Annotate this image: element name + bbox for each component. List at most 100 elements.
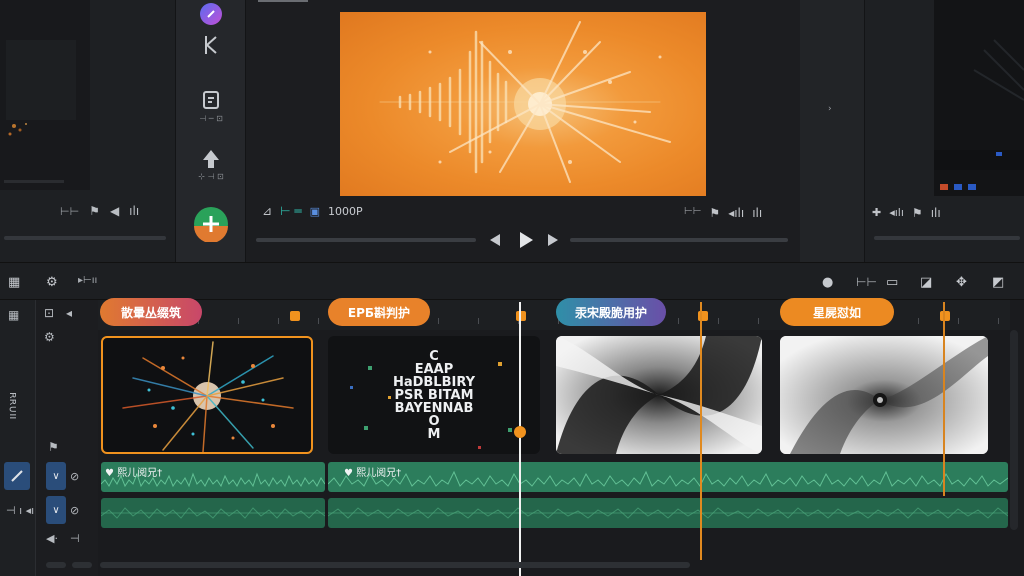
timeline-marker[interactable] xyxy=(516,311,526,321)
chevron-down-icon: ∨ xyxy=(52,470,60,482)
scrub-track-left[interactable] xyxy=(256,238,476,242)
chevron-right-icon[interactable]: › xyxy=(828,104,832,114)
export-icon[interactable]: ◪ xyxy=(920,275,932,290)
add-button[interactable] xyxy=(176,206,246,242)
chevron-down-icon: ∨ xyxy=(52,504,60,516)
speaker-icon[interactable]: ◀ xyxy=(110,204,119,218)
settings-icon[interactable]: ⚙ xyxy=(46,275,58,290)
clip-label-3[interactable]: 汞宋殿脆用护 xyxy=(556,298,666,326)
check-icon xyxy=(11,470,23,482)
viewer-toolbar: ⊿ ⊢ ═ ▣ 1000P xyxy=(262,204,363,218)
audio-link-icon[interactable]: ⊣ ı ◂ı xyxy=(6,504,34,517)
gear-icon[interactable]: ⚙ xyxy=(44,330,55,344)
clip-label-2[interactable]: ЕРБ斟判护 xyxy=(328,298,430,326)
particle-burst-thumb xyxy=(122,341,294,452)
next-frame-button[interactable] xyxy=(546,232,560,248)
rewind-icon[interactable]: ⊢⊢ xyxy=(684,206,701,220)
snap-icon[interactable]: ⊢⊢ xyxy=(856,275,877,289)
tag-icon[interactable]: ◂ xyxy=(66,306,72,320)
track-dropdown[interactable]: ∨ xyxy=(46,462,66,490)
volume-icon[interactable]: ◂ılı xyxy=(889,206,904,220)
add-icon xyxy=(194,207,228,242)
audio-clip-2[interactable]: ♥ 熙儿阅兄† xyxy=(328,462,1008,492)
media-thumbnail[interactable] xyxy=(0,0,90,190)
track-enable-button[interactable] xyxy=(4,462,30,490)
prev-frame-button[interactable] xyxy=(488,232,502,248)
info-icon[interactable]: ● xyxy=(822,275,833,290)
video-clip-swirl-2[interactable] xyxy=(780,336,988,454)
play-icon xyxy=(520,232,533,248)
cut-icon xyxy=(205,36,217,54)
in-out-marker-line[interactable] xyxy=(700,302,702,560)
waveform-icon[interactable]: ılı xyxy=(931,206,941,220)
in-out-marker-line[interactable] xyxy=(943,302,945,496)
audio-settings-icon-2[interactable]: ⊘ xyxy=(70,504,79,517)
color-orb-icon xyxy=(200,3,222,25)
flag-icon[interactable]: ⚑ xyxy=(89,204,100,218)
volume-icon[interactable]: ◂ılı xyxy=(728,206,744,220)
burst-visual xyxy=(379,21,671,183)
playhead-keyframe[interactable] xyxy=(514,426,526,438)
playhead[interactable] xyxy=(519,302,521,576)
inspector-controls: ✚ ◂ılı ⚑ ılı xyxy=(872,206,941,220)
waveform xyxy=(101,507,325,519)
flag-icon[interactable]: ⚑ xyxy=(709,206,720,220)
video-clip-swirl[interactable] xyxy=(556,336,762,454)
panel-divider[interactable]: › xyxy=(800,0,864,262)
scrub-track-right[interactable] xyxy=(570,238,788,242)
cut-tool-item[interactable] xyxy=(176,34,246,56)
prev-icon xyxy=(490,234,500,246)
audio-settings-icon[interactable]: ⊘ xyxy=(70,470,79,483)
grid-icon[interactable]: ▦ xyxy=(8,308,19,322)
resolution-label[interactable]: 1000P xyxy=(328,205,363,218)
video-preview-frame[interactable] xyxy=(340,12,706,196)
waveform xyxy=(328,470,1008,487)
effects-tool-label: ⊹ ⊣ ⊡ xyxy=(198,172,224,181)
transport-bar xyxy=(256,230,790,250)
trim-icon[interactable]: ⊿ xyxy=(262,204,272,218)
waveform xyxy=(328,507,1008,519)
video-clip-burst[interactable] xyxy=(101,336,313,454)
effects-tool-item[interactable]: ⊹ ⊣ ⊡ xyxy=(176,148,246,181)
timeline-horizontal-scrollbar[interactable] xyxy=(100,562,690,568)
flag-icon[interactable]: ⚑ xyxy=(48,440,59,454)
layout-icon[interactable]: ◩ xyxy=(992,275,1004,290)
waveform-icon[interactable]: ılı xyxy=(752,206,762,220)
scroll-left-handle[interactable] xyxy=(46,562,66,568)
settings-gear-icon[interactable]: ✥ xyxy=(956,275,967,290)
tool-rail: ⊣ ─ ⊡ ⊹ ⊣ ⊡ xyxy=(176,0,246,262)
track-header-label: ıı∩ᴚᴚ xyxy=(6,392,19,420)
color-orb-item[interactable] xyxy=(176,2,246,26)
clip-label-1[interactable]: 散暈丛缀筑 xyxy=(100,298,202,326)
timeline-marker[interactable] xyxy=(940,311,950,321)
scroll-right-handle[interactable] xyxy=(72,562,92,568)
screen-icon[interactable]: ▣ xyxy=(310,205,320,218)
in-point-icon[interactable]: ⊢ ═ xyxy=(280,204,302,218)
split-icon[interactable]: ▸⊢ıı xyxy=(78,275,97,286)
text-tool-item[interactable]: ⊣ ─ ⊡ xyxy=(176,90,246,123)
play-button[interactable] xyxy=(518,231,534,249)
timeline-marker[interactable] xyxy=(290,311,300,321)
grid-view-icon[interactable]: ▦ xyxy=(8,275,20,290)
timeline-vertical-scrollbar[interactable] xyxy=(1010,330,1018,530)
track-dropdown-2[interactable]: ∨ xyxy=(46,496,66,524)
waveform xyxy=(101,472,325,488)
confetti-dots xyxy=(350,362,512,449)
audio-clip-1[interactable]: ♥ 熙儿阅兄† xyxy=(101,462,325,492)
video-clip-text[interactable]: C EAAP HaDBLBIRY PSR BITAM BAYENNAB O M xyxy=(328,336,540,454)
audio-clip-3[interactable] xyxy=(101,498,325,528)
speaker-icon[interactable]: ◀· xyxy=(46,532,58,545)
arrow-icon[interactable]: ✚ xyxy=(872,206,881,220)
audio-clip-4[interactable] xyxy=(328,498,1008,528)
text-tool-label: ⊣ ─ ⊡ xyxy=(199,114,223,123)
mute-icon[interactable]: ⊣ xyxy=(70,532,80,545)
fullscreen-icon[interactable]: ▭ xyxy=(886,275,898,290)
waveform-icon[interactable]: ılı xyxy=(129,204,139,218)
flag-icon[interactable]: ⚑ xyxy=(912,206,923,220)
rewind-icon[interactable]: ⊢⊢ xyxy=(60,205,79,218)
left-panel-scrollbar[interactable] xyxy=(4,236,166,240)
subtitle-icon[interactable]: ⊡ xyxy=(44,306,54,320)
clip-label-4[interactable]: 星屍怼如 xyxy=(780,298,894,326)
inspector-scrollbar[interactable] xyxy=(874,236,1020,240)
inspector-thumbnail[interactable] xyxy=(934,0,1024,196)
